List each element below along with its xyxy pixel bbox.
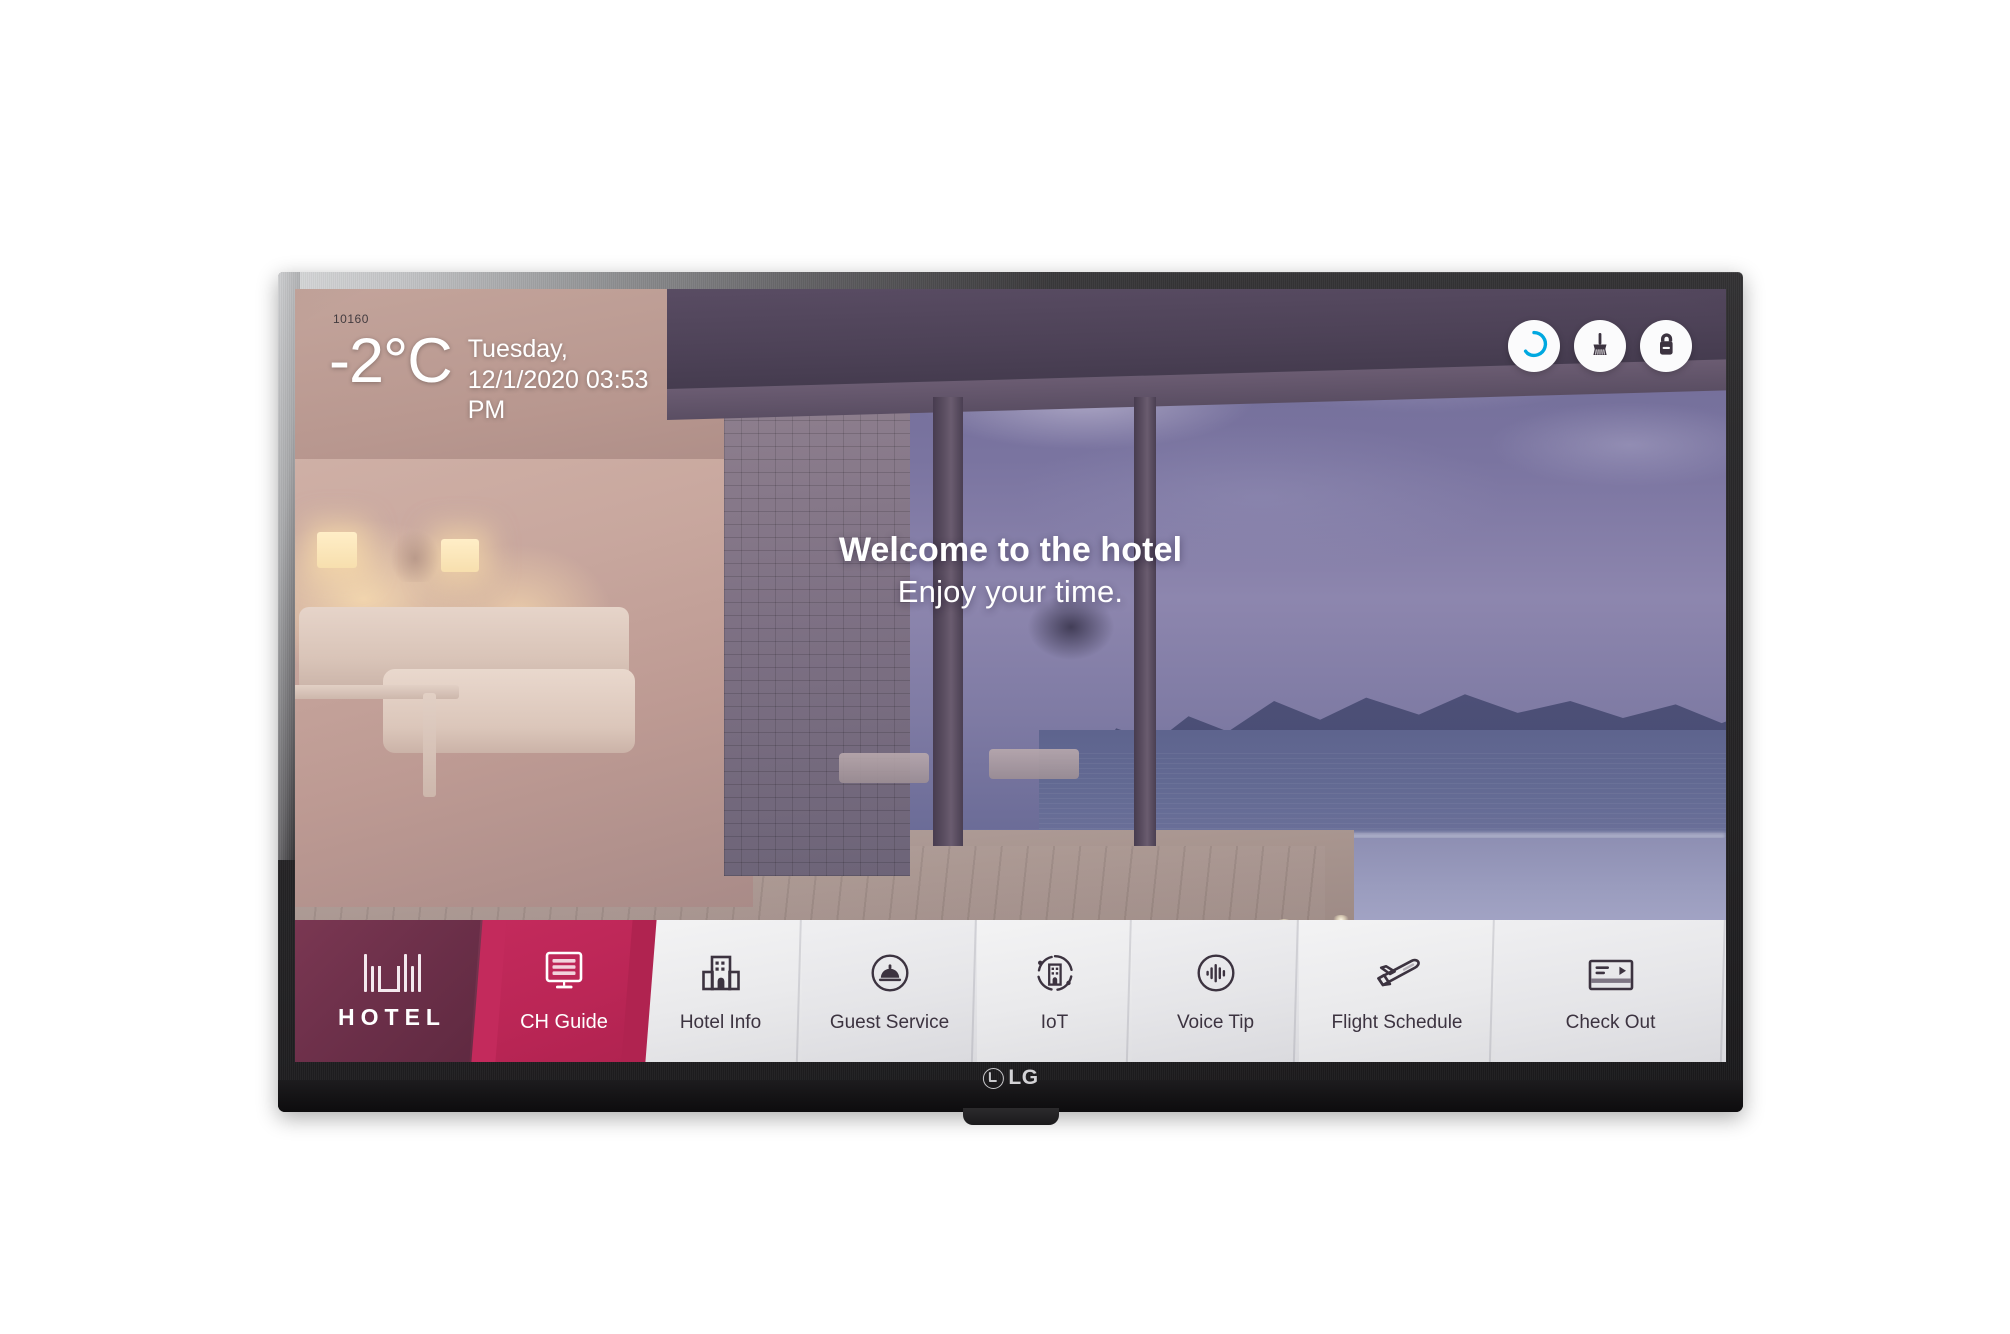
airplane-icon [1368, 949, 1426, 1001]
lg-hotel-tv: 10160 -2°C Tuesday, 12/1/2020 03:53 PM W… [278, 272, 1743, 1125]
welcome-subtitle: Enjoy your time. [897, 574, 1124, 609]
datetime-date-time: 12/1/2020 03:53 PM [467, 365, 649, 425]
nav-item-flight-schedule[interactable]: Flight Schedule [1299, 920, 1495, 1062]
make-up-room-button[interactable] [1574, 320, 1626, 372]
hotel-logo-word: HOTEL [338, 1003, 446, 1030]
service-bell-icon [866, 949, 914, 1001]
room-cleaning-icon [1586, 330, 1614, 363]
nav-label-voice-tip: Voice Tip [1176, 1011, 1255, 1033]
temperature-value: -2°C [329, 326, 453, 396]
bottom-nav-bar: HOTEL CH Guide Hotel Info Guest Service … [295, 920, 1726, 1062]
welcome-message: Welcome to the hotel Enjoy your time. [295, 531, 1726, 610]
nav-item-ch-guide[interactable]: CH Guide [489, 920, 639, 1062]
nav-item-check-out[interactable]: Check Out [1495, 920, 1726, 1062]
lg-wordmark: LG [1008, 1066, 1039, 1089]
datetime-day: Tuesday, [467, 335, 568, 363]
tv-stand-nub [962, 1108, 1059, 1125]
weather-datetime-cluster: -2°C Tuesday, 12/1/2020 03:53 PM [329, 326, 668, 426]
nav-label-hotel-info: Hotel Info [679, 1011, 762, 1033]
do-not-disturb-button[interactable] [1640, 320, 1692, 372]
nav-item-voice-tip[interactable]: Voice Tip [1132, 920, 1299, 1062]
welcome-title: Welcome to the hotel [838, 531, 1183, 569]
keycard-icon [1584, 949, 1638, 1001]
nav-label-ch-guide: CH Guide [520, 1011, 608, 1033]
hotel-logo-panel: HOTEL [295, 920, 489, 1062]
voice-wave-icon [1192, 949, 1240, 1001]
tv-screen: 10160 -2°C Tuesday, 12/1/2020 03:53 PM W… [295, 289, 1726, 1062]
room-number: 10160 [333, 312, 369, 326]
voice-assistant-icon [1519, 329, 1549, 364]
nav-item-iot[interactable]: IoT [977, 920, 1132, 1062]
nav-label-check-out: Check Out [1565, 1011, 1656, 1033]
lg-brand-logo: LG [982, 1066, 1038, 1090]
tv-list-icon [539, 948, 589, 1000]
hotel-bars-mark [363, 952, 421, 992]
do-not-disturb-icon [1652, 330, 1680, 363]
status-button-group [1508, 320, 1692, 372]
datetime-block: Tuesday, 12/1/2020 03:53 PM [468, 331, 668, 426]
nav-label-iot: IoT [1040, 1011, 1069, 1033]
nav-item-hotel-info[interactable]: Hotel Info [639, 920, 802, 1062]
nav-item-guest-service[interactable]: Guest Service [802, 920, 977, 1062]
lg-circle-logo-icon [982, 1067, 1004, 1089]
building-icon [697, 949, 745, 1001]
nav-label-guest-service: Guest Service [829, 1011, 950, 1033]
nav-label-flight-schedule: Flight Schedule [1331, 1011, 1463, 1033]
voice-assistant-button[interactable] [1508, 320, 1560, 372]
iot-building-icon [1031, 949, 1079, 1001]
